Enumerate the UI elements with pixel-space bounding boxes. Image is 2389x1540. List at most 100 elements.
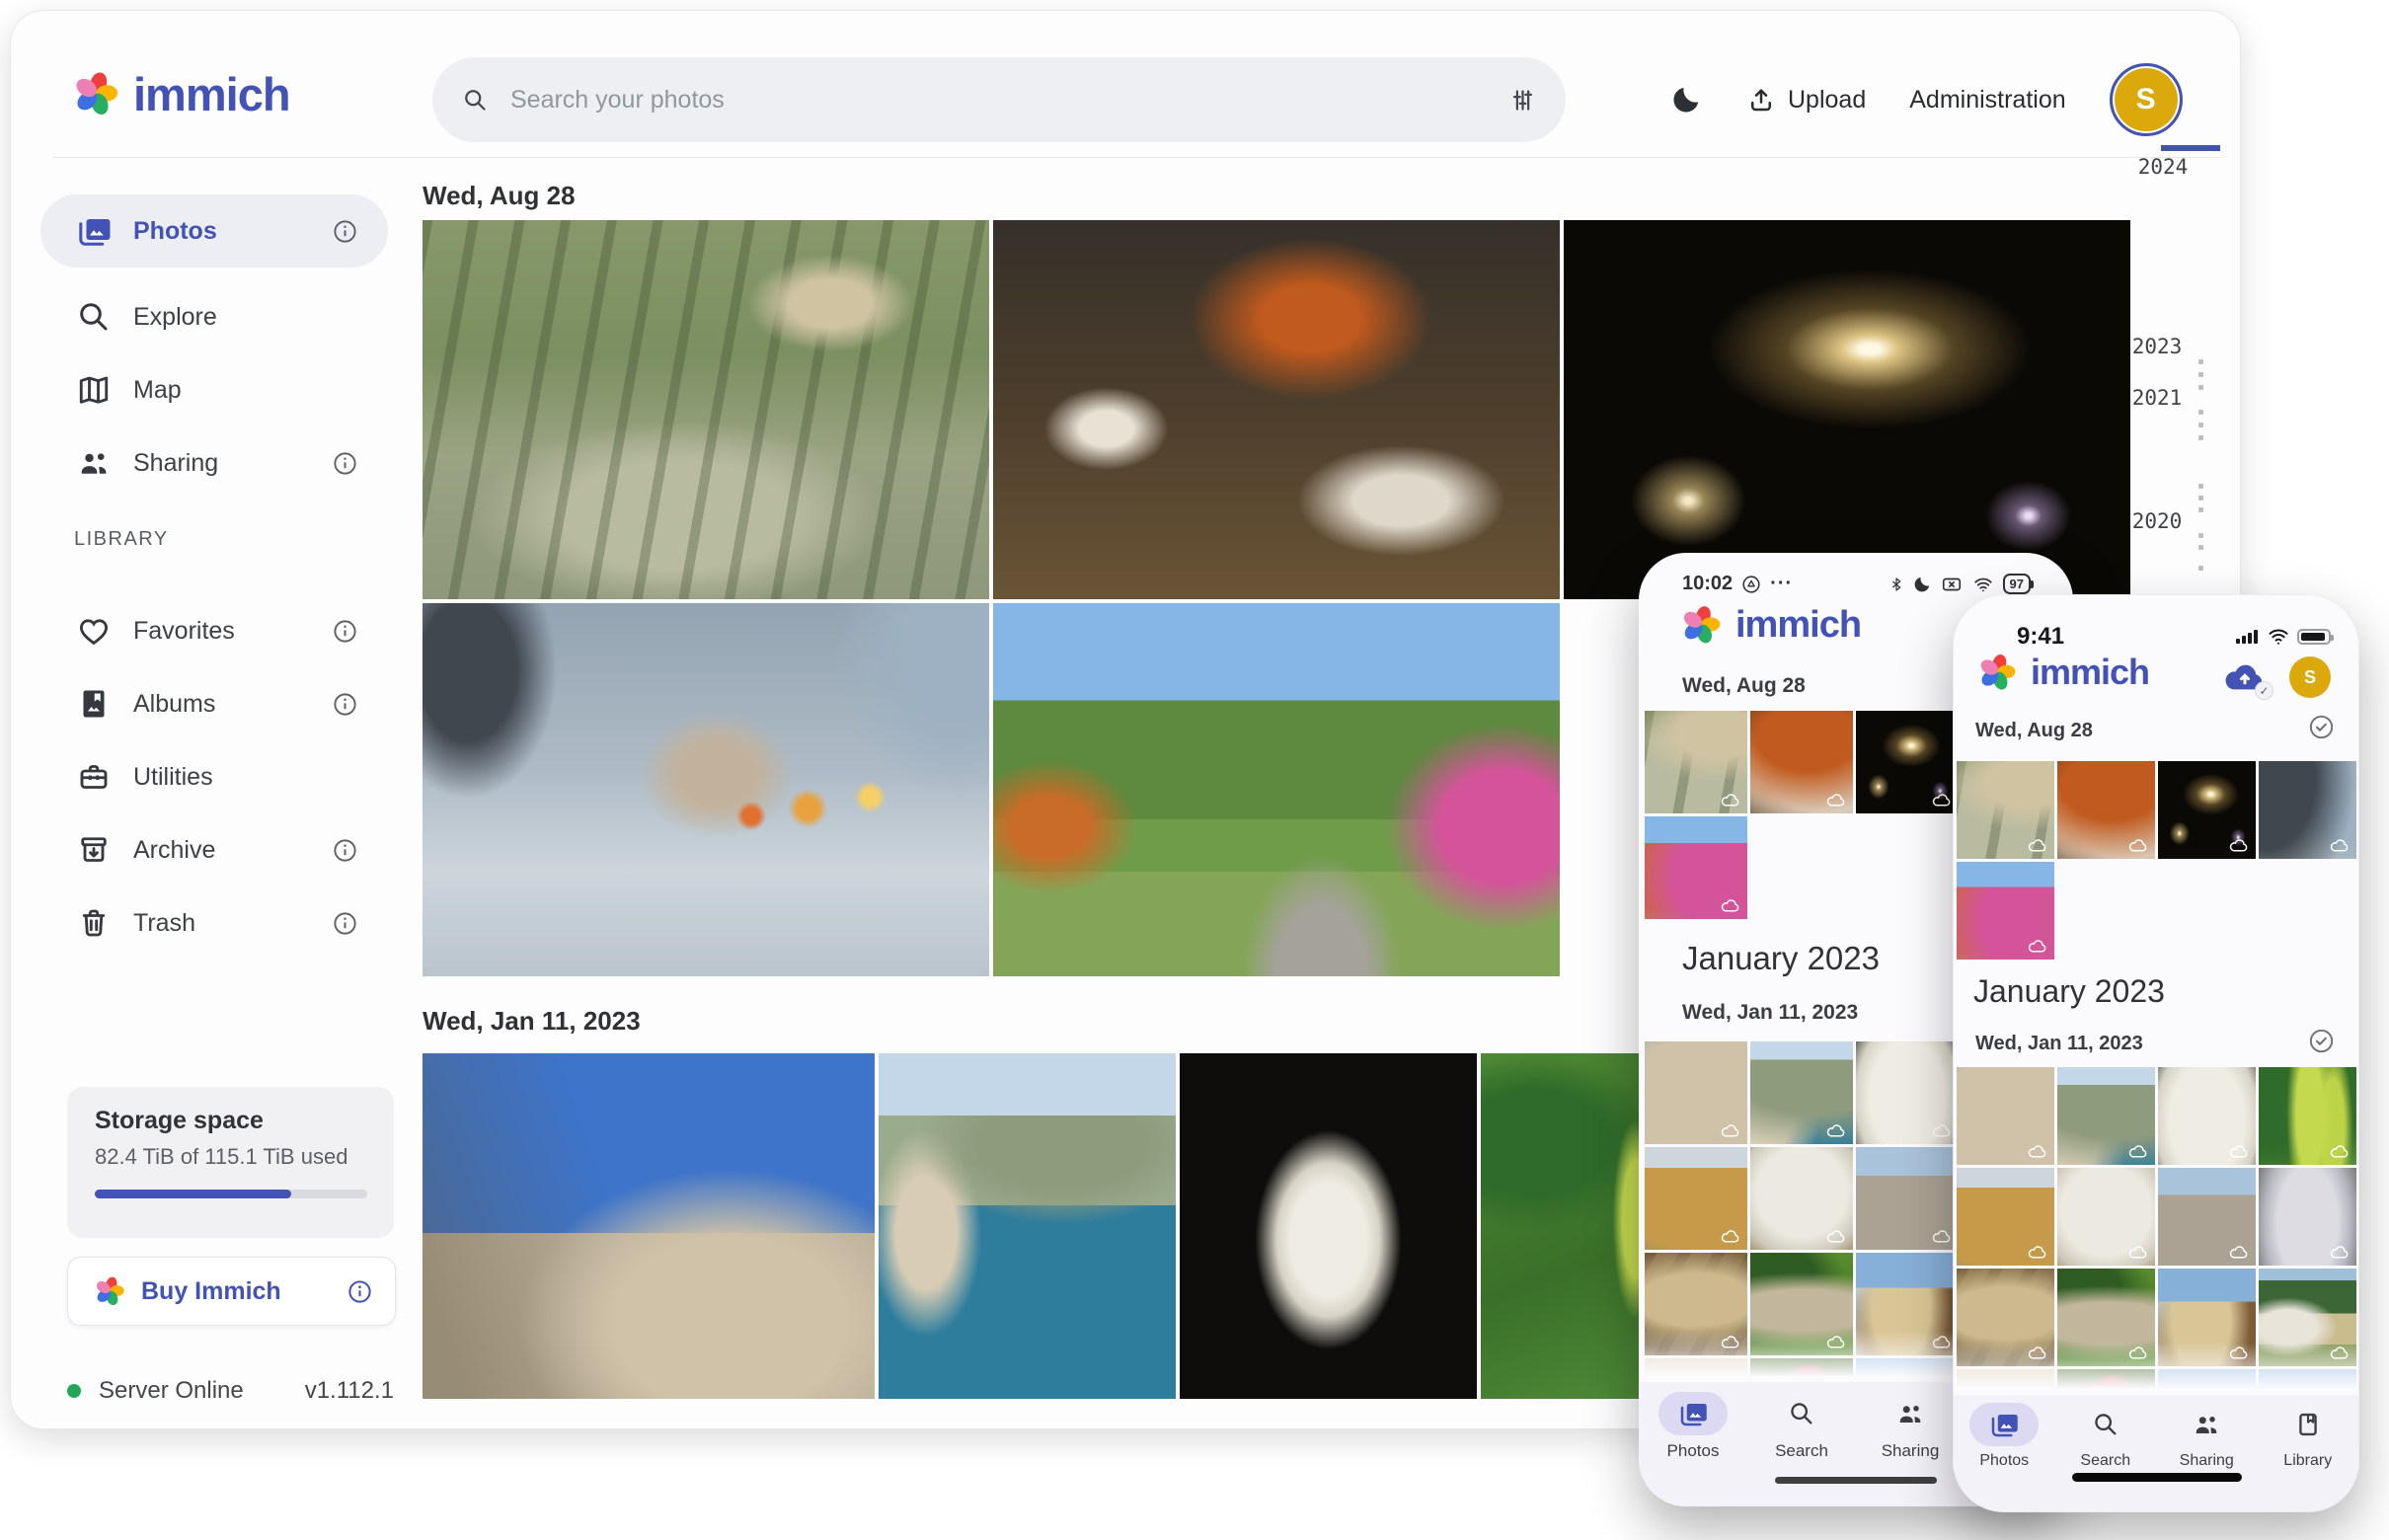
photo-thumbnail[interactable] (1564, 220, 2130, 599)
photo-thumbnail[interactable] (423, 220, 989, 599)
photo-thumbnail[interactable] (2057, 1067, 2155, 1165)
timeline-year-2020[interactable]: 2020 (2118, 509, 2196, 533)
info-icon[interactable] (332, 910, 358, 937)
photo-thumbnail[interactable] (1856, 1253, 1959, 1355)
photo-thumbnail[interactable] (2158, 761, 2256, 859)
user-avatar[interactable]: S (2289, 656, 2331, 698)
photo-thumbnail[interactable] (1750, 1358, 1853, 1385)
sidebar-item-albums[interactable]: Albums (40, 667, 388, 740)
photo-thumbnail[interactable] (1957, 761, 2054, 859)
sidebar-item-favorites[interactable]: Favorites (40, 594, 388, 667)
photo-thumbnail[interactable] (1645, 1041, 1747, 1144)
photo-thumbnail[interactable] (423, 1053, 875, 1399)
photo-thumbnail[interactable] (1645, 816, 1747, 919)
info-icon[interactable] (332, 618, 358, 645)
photo-thumbnail[interactable] (2259, 1067, 2356, 1165)
photo-thumbnail[interactable] (2259, 1168, 2356, 1266)
photo-thumbnail[interactable] (1750, 1253, 1853, 1355)
photo-thumbnail[interactable] (1957, 1369, 2054, 1397)
photo-thumbnail[interactable] (1856, 1147, 1959, 1250)
photo-thumbnail[interactable] (2158, 1369, 2256, 1397)
info-icon[interactable] (332, 450, 358, 477)
cloud-backed-up-icon (2228, 1345, 2250, 1360)
home-indicator[interactable] (1775, 1477, 1937, 1484)
photo-thumbnail[interactable] (1645, 1147, 1747, 1250)
timeline-scrubber-indicator[interactable] (2161, 145, 2220, 151)
photo-thumbnail[interactable] (2259, 1369, 2356, 1397)
home-indicator[interactable] (2072, 1473, 2242, 1482)
photo-thumbnail[interactable] (1957, 1067, 2054, 1165)
immich-logo: immich (1977, 653, 2149, 692)
photo-thumbnail[interactable] (1957, 1269, 2054, 1366)
theme-toggle-button[interactable] (1669, 83, 1703, 116)
select-day-check-icon[interactable] (2308, 1028, 2335, 1054)
info-icon[interactable] (332, 691, 358, 718)
photo-thumbnail[interactable] (2158, 1168, 2256, 1266)
search-bar[interactable] (432, 57, 1566, 142)
timeline-year-2021[interactable]: 2021 (2118, 386, 2196, 410)
photo-thumbnail[interactable] (1645, 711, 1747, 813)
cloud-backed-up-icon (2228, 1244, 2250, 1260)
photo-thumbnail[interactable] (2158, 1269, 2256, 1366)
info-icon[interactable] (332, 837, 358, 864)
sidebar-item-sharing[interactable]: Sharing (40, 426, 388, 500)
photo-grid (1957, 1067, 2359, 1397)
no-sim-icon (1940, 574, 1964, 595)
photo-thumbnail[interactable] (2158, 1067, 2256, 1165)
nav-photos[interactable]: Photos (1639, 1392, 1747, 1461)
photo-thumbnail[interactable] (2259, 761, 2356, 859)
photo-thumbnail[interactable] (1180, 1053, 1477, 1399)
sidebar-item-explore[interactable]: Explore (40, 280, 388, 353)
photo-thumbnail[interactable] (1856, 1358, 1959, 1385)
photo-thumbnail[interactable] (2057, 1369, 2155, 1397)
sidebar-item-photos[interactable]: Photos (40, 194, 388, 268)
info-icon[interactable] (347, 1278, 373, 1305)
select-day-check-icon[interactable] (2308, 714, 2335, 740)
photo-thumbnail[interactable] (1750, 1041, 1853, 1144)
photo-thumbnail[interactable] (1645, 1253, 1747, 1355)
photo-thumbnail[interactable] (993, 603, 1560, 976)
archive-icon (76, 832, 112, 868)
photo-thumbnail[interactable] (879, 1053, 1176, 1399)
timeline-year-2023[interactable]: 2023 (2118, 335, 2196, 358)
photo-thumbnail[interactable] (2057, 761, 2155, 859)
photo-thumbnail[interactable] (1957, 1168, 2054, 1266)
nav-search[interactable]: Search (2055, 1403, 2157, 1470)
sidebar-item-map[interactable]: Map (40, 353, 388, 426)
photo-thumbnail[interactable] (1750, 711, 1853, 813)
nav-photos[interactable]: Photos (1954, 1403, 2055, 1470)
nav-sharing[interactable]: Sharing (2156, 1403, 2258, 1470)
photo-thumbnail[interactable] (2259, 1269, 2356, 1366)
cloud-sync-button[interactable]: ✓ (2222, 656, 2268, 696)
filter-tune-icon[interactable] (1509, 87, 1536, 114)
search-input[interactable] (508, 85, 1490, 116)
nav-search[interactable]: Search (1747, 1392, 1856, 1461)
upload-button[interactable]: Upload (1746, 85, 1866, 115)
sidebar-item-trash[interactable]: Trash (40, 886, 388, 960)
photo-thumbnail[interactable] (993, 220, 1560, 599)
nav-library[interactable]: Library (2258, 1403, 2359, 1470)
sidebar-item-utilities[interactable]: Utilities (40, 740, 388, 813)
buy-immich-button[interactable]: Buy Immich (67, 1257, 396, 1326)
immich-flower-icon (1977, 653, 2017, 692)
info-icon[interactable] (332, 218, 358, 245)
photo-thumbnail[interactable] (423, 603, 989, 976)
people-icon (1876, 1392, 1945, 1435)
photo-thumbnail[interactable] (1856, 1041, 1959, 1144)
photo-thumbnail[interactable] (1957, 862, 2054, 960)
photo-thumbnail[interactable] (1750, 1147, 1853, 1250)
nav-label: Sharing (2180, 1452, 2234, 1470)
timeline-year-2024[interactable]: 2024 (2123, 155, 2202, 179)
photo-thumbnail[interactable] (2057, 1168, 2155, 1266)
photo-thumbnail[interactable] (2057, 1269, 2155, 1366)
cloud-backed-up-icon (2027, 837, 2048, 853)
timeline-dot (2198, 359, 2203, 364)
sidebar-item-archive[interactable]: Archive (40, 813, 388, 886)
album-icon (76, 686, 112, 722)
nav-sharing[interactable]: Sharing (1856, 1392, 1965, 1461)
photo-thumbnail[interactable] (1645, 1358, 1747, 1385)
photo-thumbnail[interactable] (1856, 711, 1959, 813)
photo-grid-fade (1957, 1067, 2359, 1397)
user-avatar[interactable]: S (2110, 63, 2183, 136)
administration-link[interactable]: Administration (1909, 86, 2065, 115)
